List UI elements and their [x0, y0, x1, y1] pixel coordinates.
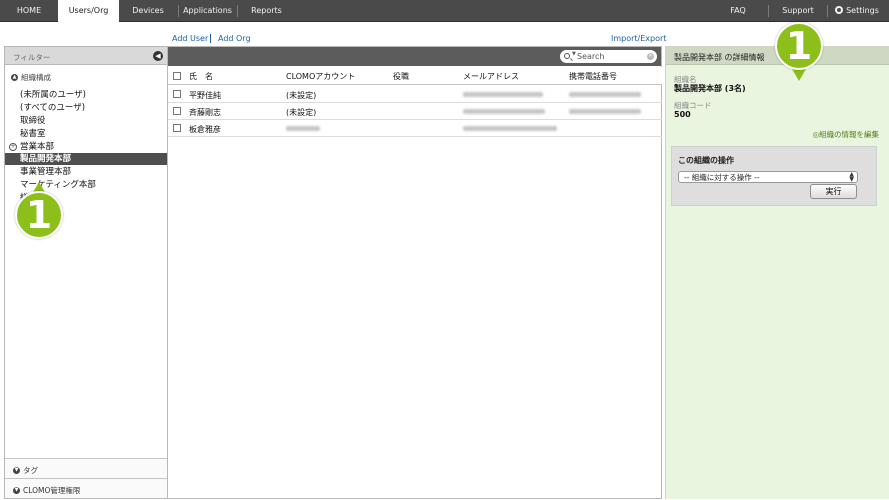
tab-home[interactable]: HOME — [0, 0, 58, 22]
org-item-board[interactable]: 取締役 — [20, 115, 46, 127]
org-detail-panel: 製品開発本部 の詳細情報 組織名 製品開発本部 (3名) 組織コード 500 ◎… — [665, 46, 889, 499]
edit-org-label: 組織の情報を編集 — [819, 130, 879, 139]
callout-marker: 1 — [15, 191, 63, 239]
grid-toolbar: ▼ ✕ — [168, 47, 661, 66]
triangle-up-icon: ▲ — [11, 73, 18, 81]
add-org-link[interactable]: Add Org — [218, 34, 251, 43]
org-item-all-users[interactable]: (すべてのユーザ) — [20, 102, 85, 114]
tab-users-org[interactable]: Users/Org — [58, 0, 119, 23]
org-code-value: 500 — [674, 110, 691, 119]
nav-divider — [827, 5, 828, 17]
expand-plus-icon[interactable]: + — [9, 143, 17, 151]
user-name: 板倉雅彦 — [189, 125, 221, 134]
email-redacted — [463, 109, 545, 114]
select-all-checkbox[interactable] — [173, 72, 181, 80]
column-title[interactable]: 役職 — [393, 71, 409, 82]
ops-title: この組織の操作 — [678, 156, 734, 165]
add-user-link[interactable]: Add User — [172, 34, 208, 43]
collapse-icon[interactable]: ◀ — [153, 51, 163, 61]
filter-title: フィルター — [13, 53, 51, 62]
row-checkbox[interactable] — [173, 124, 181, 132]
org-item-unassigned[interactable]: (未所属のユーザ) — [20, 89, 86, 101]
user-account: (未設定) — [286, 91, 317, 100]
org-item-product-dev[interactable]: 製品開発本部 — [5, 153, 167, 165]
column-mobile[interactable]: 携帯電話番号 — [569, 71, 617, 82]
org-section-toggle[interactable]: ▲ 組織構成 — [11, 72, 51, 83]
tag-section[interactable]: ▼ タグ — [5, 458, 167, 478]
table-row[interactable]: 斉藤剛志 (未設定) — [168, 103, 662, 120]
tab-applications[interactable]: Applications — [179, 0, 236, 22]
triangle-down-icon: ▼ — [13, 466, 20, 474]
triangle-down-icon: ▼ — [13, 486, 20, 494]
callout-marker: 1 — [775, 22, 823, 70]
org-item-business-mgmt[interactable]: 事業管理本部 — [20, 166, 71, 178]
ops-select[interactable]: -- 組織に対する操作 -- ▲ ▼ — [678, 171, 858, 183]
column-email[interactable]: メールアドレス — [463, 71, 519, 82]
settings-label: Settings — [846, 6, 879, 15]
filter-panel: フィルター ◀ ▲ 組織構成 (未所属のユーザ) (すべてのユーザ) 取締役 秘書… — [4, 46, 168, 499]
callout-tail — [792, 69, 806, 81]
user-name: 平野佳純 — [189, 91, 221, 100]
org-name-value: 製品開発本部 (3名) — [674, 84, 746, 93]
search-box[interactable]: ▼ ✕ — [560, 50, 657, 63]
ops-select-value: -- 組織に対する操作 -- — [684, 173, 760, 182]
phone-redacted — [569, 109, 641, 114]
table-row[interactable]: 平野佳純 (未設定) — [168, 86, 662, 103]
row-checkbox[interactable] — [173, 90, 181, 98]
email-redacted — [463, 92, 543, 97]
nav-divider — [768, 5, 769, 17]
clear-icon[interactable]: ✕ — [647, 53, 654, 60]
grid-header: 氏 名 CLOMOアカウント 役職 メールアドレス 携帯電話番号 — [168, 67, 662, 85]
row-checkbox[interactable] — [173, 107, 181, 115]
column-clomo-account[interactable]: CLOMOアカウント — [286, 71, 355, 82]
execute-button[interactable]: 実行 — [810, 184, 857, 199]
select-arrows-icon: ▲ ▼ — [849, 171, 854, 183]
org-operations-box: この組織の操作 -- 組織に対する操作 -- ▲ ▼ 実行 — [671, 146, 877, 206]
search-icon — [564, 53, 570, 59]
gear-icon — [835, 6, 844, 14]
chevron-down-icon[interactable]: ▼ — [572, 51, 576, 57]
settings-link[interactable]: Settings — [834, 0, 880, 22]
support-link[interactable]: Support — [776, 0, 820, 22]
import-export-link[interactable]: Import/Export — [611, 34, 666, 43]
user-grid-panel: ▼ ✕ 氏 名 CLOMOアカウント 役職 メールアドレス 携帯電話番号 平野佳… — [168, 46, 662, 499]
clomo-section-label: CLOMO管理権限 — [23, 486, 81, 495]
phone-redacted — [569, 92, 641, 97]
search-input[interactable] — [577, 51, 641, 62]
account-redacted — [286, 126, 320, 131]
tag-section-label: タグ — [23, 466, 38, 475]
org-item-sales[interactable]: 営業本部 — [20, 141, 54, 153]
filter-header: フィルター ◀ — [5, 47, 167, 65]
link-divider — [210, 34, 211, 43]
column-name[interactable]: 氏 名 — [189, 71, 213, 82]
top-nav: HOME Users/Org Devices Applications Repo… — [0, 0, 889, 23]
user-account: (未設定) — [286, 108, 317, 117]
tab-reports[interactable]: Reports — [238, 0, 295, 22]
edit-org-link[interactable]: ◎組織の情報を編集 — [812, 129, 879, 140]
detail-title: 製品開発本部 の詳細情報 — [674, 53, 765, 62]
org-section-label: 組織構成 — [21, 73, 51, 82]
tab-devices[interactable]: Devices — [119, 0, 177, 22]
email-redacted — [463, 126, 557, 131]
clomo-permission-section[interactable]: ▼ CLOMO管理権限 — [5, 478, 167, 498]
faq-link[interactable]: FAQ — [722, 0, 754, 22]
user-name: 斉藤剛志 — [189, 108, 221, 117]
org-item-secretary[interactable]: 秘書室 — [20, 128, 46, 140]
table-row[interactable]: 板倉雅彦 — [168, 120, 662, 137]
